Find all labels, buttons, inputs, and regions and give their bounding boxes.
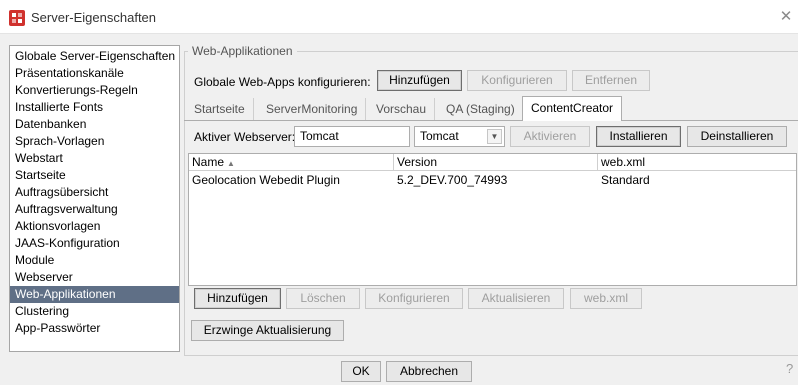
sidebar-item-aktionsvorlagen[interactable]: Aktionsvorlagen [10, 218, 179, 235]
web-apps-table[interactable]: Name ▲ Version web.xml Geolocation Webedi… [188, 153, 797, 286]
sidebar-item-webserver[interactable]: Webserver [10, 269, 179, 286]
column-header-webxml[interactable]: web.xml [598, 154, 796, 171]
tab-contentcreator[interactable]: ContentCreator [522, 96, 623, 121]
sidebar-item-praesentationskanaele[interactable]: Präsentationskanäle [10, 65, 179, 82]
sort-ascending-icon: ▲ [227, 159, 235, 168]
sidebar-item-startseite[interactable]: Startseite [10, 167, 179, 184]
table-webxml-button[interactable]: web.xml [570, 288, 642, 309]
table-update-button[interactable]: Aktualisieren [468, 288, 564, 309]
global-add-button[interactable]: Hinzufügen [377, 70, 462, 91]
cell-name: Geolocation Webedit Plugin [192, 173, 340, 187]
sidebar-item-jaas-konfiguration[interactable]: JAAS-Konfiguration [10, 235, 179, 252]
sidebar-item-app-passwoerter[interactable]: App-Passwörter [10, 320, 179, 337]
table-delete-button[interactable]: Löschen [286, 288, 360, 309]
sidebar-item-sprach-vorlagen[interactable]: Sprach-Vorlagen [10, 133, 179, 150]
table-add-button[interactable]: Hinzufügen [194, 288, 281, 309]
sidebar-item-datenbanken[interactable]: Datenbanken [10, 116, 179, 133]
webserver-label: Aktiver Webserver: [194, 130, 296, 144]
help-icon[interactable]: ? [786, 361, 798, 377]
global-configure-button[interactable]: Konfigurieren [467, 70, 567, 91]
tab-qa-staging[interactable]: QA (Staging) [438, 98, 524, 120]
install-button[interactable]: Installieren [596, 126, 681, 147]
sidebar-item-clustering[interactable]: Clustering [10, 303, 179, 320]
chevron-down-icon[interactable]: ▼ [487, 129, 502, 144]
cell-version: 5.2_DEV.700_74993 [397, 173, 508, 187]
ok-button[interactable]: OK [341, 361, 381, 382]
group-title: Web-Applikationen [188, 44, 297, 58]
sidebar-item-auftragsuebersicht[interactable]: Auftragsübersicht [10, 184, 179, 201]
uninstall-button[interactable]: Deinstallieren [687, 126, 787, 147]
sidebar-item-module[interactable]: Module [10, 252, 179, 269]
activate-button[interactable]: Aktivieren [510, 126, 590, 147]
sidebar-item-webstart[interactable]: Webstart [10, 150, 179, 167]
webserver-field[interactable]: Tomcat [294, 126, 410, 147]
sidebar-item-web-applikationen[interactable]: Web-Applikationen [10, 286, 179, 303]
sidebar-item-auftragsverwaltung[interactable]: Auftragsverwaltung [10, 201, 179, 218]
close-icon[interactable]: ✕ [778, 9, 794, 25]
app-logo-icon [9, 10, 25, 26]
table-configure-button[interactable]: Konfigurieren [365, 288, 463, 309]
window-title: Server-Eigenschaften [31, 10, 157, 25]
webserver-select[interactable]: Tomcat ▼ [414, 126, 505, 147]
column-header-version[interactable]: Version [394, 154, 598, 171]
sidebar-item-konvertierungs-regeln[interactable]: Konvertierungs-Regeln [10, 82, 179, 99]
tab-startseite[interactable]: Startseite [186, 98, 254, 120]
force-update-button[interactable]: Erzwinge Aktualisierung [191, 320, 344, 341]
webserver-select-value: Tomcat [420, 129, 459, 143]
cancel-button[interactable]: Abbrechen [386, 361, 472, 382]
tab-servermonitoring[interactable]: ServerMonitoring [258, 98, 367, 120]
column-header-name[interactable]: Name ▲ [189, 154, 394, 171]
sidebar-list[interactable]: Globale Server-Eigenschaften Präsentatio… [9, 45, 180, 352]
sidebar-item-installierte-fonts[interactable]: Installierte Fonts [10, 99, 179, 116]
global-remove-button[interactable]: Entfernen [572, 70, 650, 91]
title-bar: Server-Eigenschaften ✕ [0, 0, 798, 34]
cell-webxml: Standard [601, 173, 650, 187]
tab-vorschau[interactable]: Vorschau [368, 98, 436, 120]
sidebar-item-globale-server-eigenschaften[interactable]: Globale Server-Eigenschaften [10, 48, 179, 65]
global-apps-label: Globale Web-Apps konfigurieren: [194, 75, 371, 89]
column-header-name-label: Name [192, 155, 225, 169]
